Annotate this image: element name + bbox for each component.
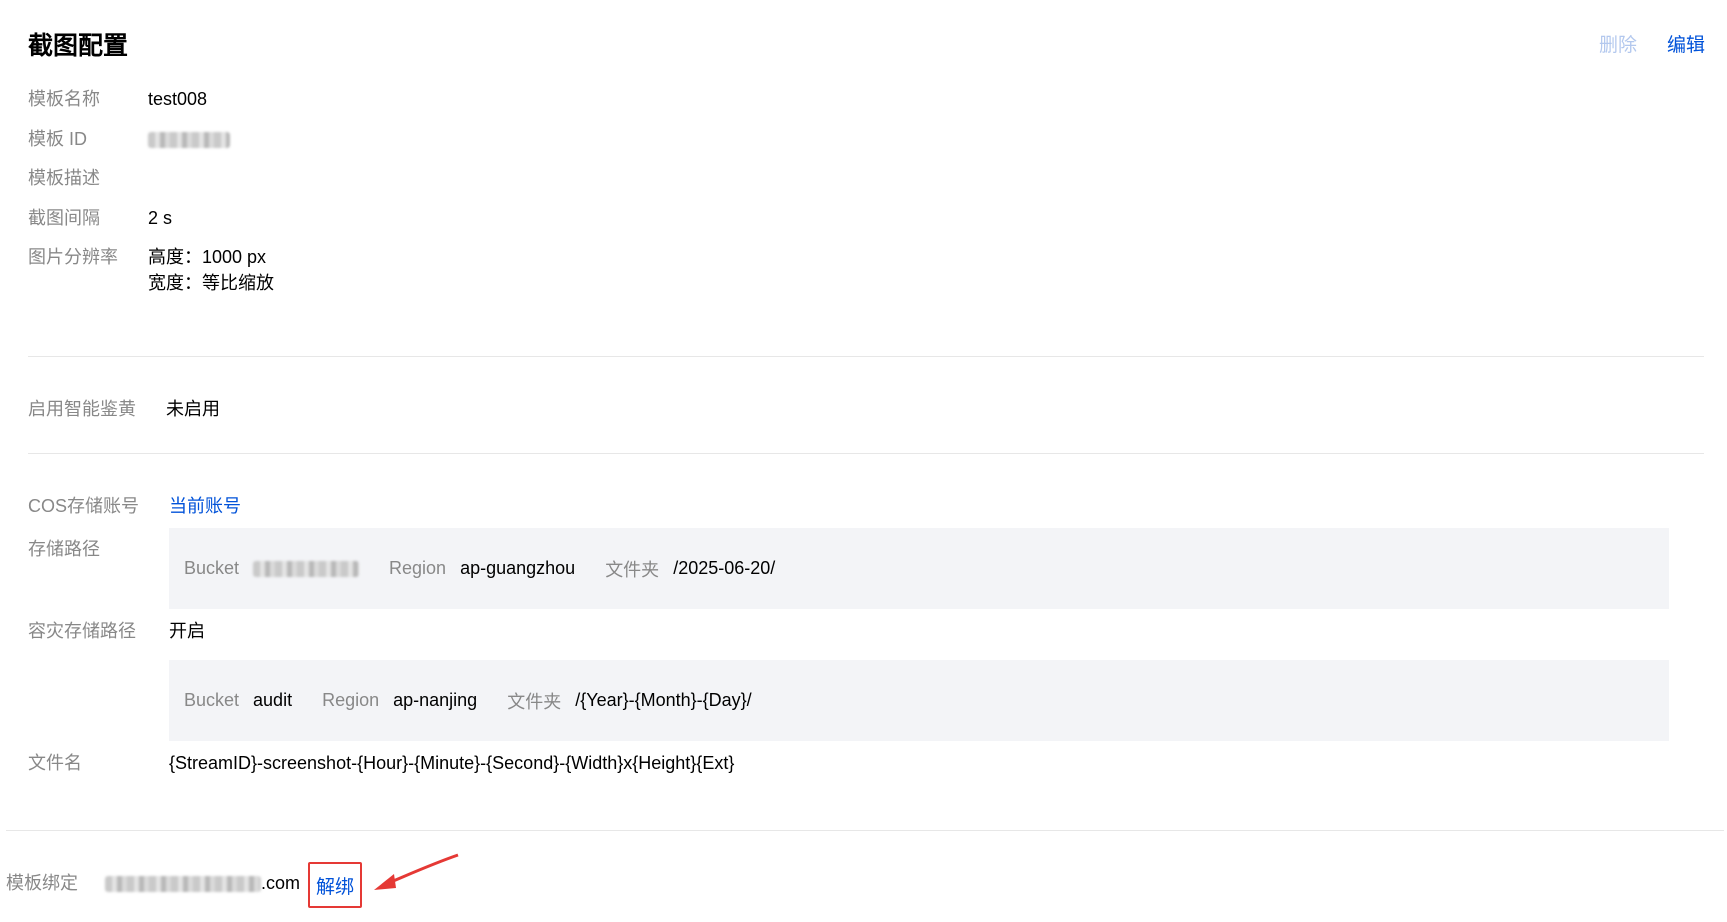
storage-path-label: 存储路径 xyxy=(28,539,100,559)
cos-account-label: COS存储账号 xyxy=(28,496,140,516)
interval-value: 2 s xyxy=(148,208,173,228)
redacted-domain xyxy=(105,876,261,893)
bucket-value xyxy=(253,558,360,579)
backup-path-label: 容灾存储路径 xyxy=(28,621,136,641)
backup-bucket-label: Bucket xyxy=(184,690,240,710)
filename-row: 文件名 {StreamID}-screenshot-{Hour}-{Minute… xyxy=(28,750,734,776)
redacted-bucket xyxy=(253,561,360,578)
backup-folder-value: /{Year}-{Month}-{Day}/ xyxy=(575,690,752,710)
backup-bucket-value: audit xyxy=(253,690,293,710)
resolution-row: 图片分辨率 高度：1000 px 宽度：等比缩放 xyxy=(28,244,274,296)
redacted-id xyxy=(148,132,230,149)
section-divider xyxy=(28,356,1704,357)
domain-suffix: .com xyxy=(261,873,301,893)
interval-label: 截图间隔 xyxy=(28,208,100,228)
delete-button[interactable]: 删除 xyxy=(1599,30,1637,57)
porn-detect-row: 启用智能鉴黄 未启用 xyxy=(28,396,220,422)
bucket-label: Bucket xyxy=(184,558,240,578)
template-id-value xyxy=(148,126,230,152)
binding-row: 模板绑定 .com xyxy=(6,870,300,896)
resolution-height: 高度：1000 px xyxy=(148,247,267,267)
backup-region-value: ap-nanjing xyxy=(393,690,478,710)
template-desc-label: 模板描述 xyxy=(28,168,100,188)
template-name-value: test008 xyxy=(148,89,208,109)
unbind-link[interactable]: 解绑 xyxy=(316,872,354,899)
interval-row: 截图间隔 2 s xyxy=(28,205,172,231)
backup-path-value: 开启 xyxy=(169,621,205,641)
porn-detect-value: 未启用 xyxy=(166,399,220,419)
folder-value: /2025-06-20/ xyxy=(673,558,776,578)
unbind-highlight-box: 解绑 xyxy=(308,862,362,908)
storage-path-row: 存储路径 xyxy=(28,536,169,562)
binding-label: 模板绑定 xyxy=(6,873,78,893)
template-desc-row: 模板描述 xyxy=(28,165,148,191)
resolution-label: 图片分辨率 xyxy=(28,247,118,267)
porn-detect-label: 启用智能鉴黄 xyxy=(28,399,136,419)
edit-button[interactable]: 编辑 xyxy=(1667,30,1705,57)
folder-label: 文件夹 xyxy=(605,559,660,580)
template-id-label: 模板 ID xyxy=(28,129,88,149)
backup-path-row: 容灾存储路径 开启 xyxy=(28,618,205,644)
top-actions: 删除 编辑 xyxy=(1599,30,1705,57)
region-value: ap-guangzhou xyxy=(460,558,576,578)
cos-account-link[interactable]: 当前账号 xyxy=(169,493,241,519)
primary-path-box: Bucket Region ap-guangzhou 文件夹 /2025-06-… xyxy=(169,528,1669,609)
resolution-width: 宽度：等比缩放 xyxy=(148,273,274,293)
filename-label: 文件名 xyxy=(28,753,82,773)
backup-folder-label: 文件夹 xyxy=(507,691,562,712)
region-label: Region xyxy=(389,558,447,578)
annotation-arrow-icon xyxy=(374,853,459,890)
backup-path-box: Bucket audit Region ap-nanjing 文件夹 /{Yea… xyxy=(169,660,1669,741)
filename-value: {StreamID}-screenshot-{Hour}-{Minute}-{S… xyxy=(169,753,735,773)
cos-account-row: COS存储账号 当前账号 xyxy=(28,493,241,519)
resolution-values: 高度：1000 px 宽度：等比缩放 xyxy=(148,244,274,296)
section-divider xyxy=(28,453,1704,454)
template-id-row: 模板 ID xyxy=(28,126,230,152)
section-divider xyxy=(6,830,1724,831)
template-name-label: 模板名称 xyxy=(28,89,100,109)
binding-domain: .com xyxy=(105,870,300,896)
template-name-row: 模板名称 test008 xyxy=(28,86,207,112)
backup-region-label: Region xyxy=(322,690,380,710)
page-title: 截图配置 xyxy=(28,32,129,60)
